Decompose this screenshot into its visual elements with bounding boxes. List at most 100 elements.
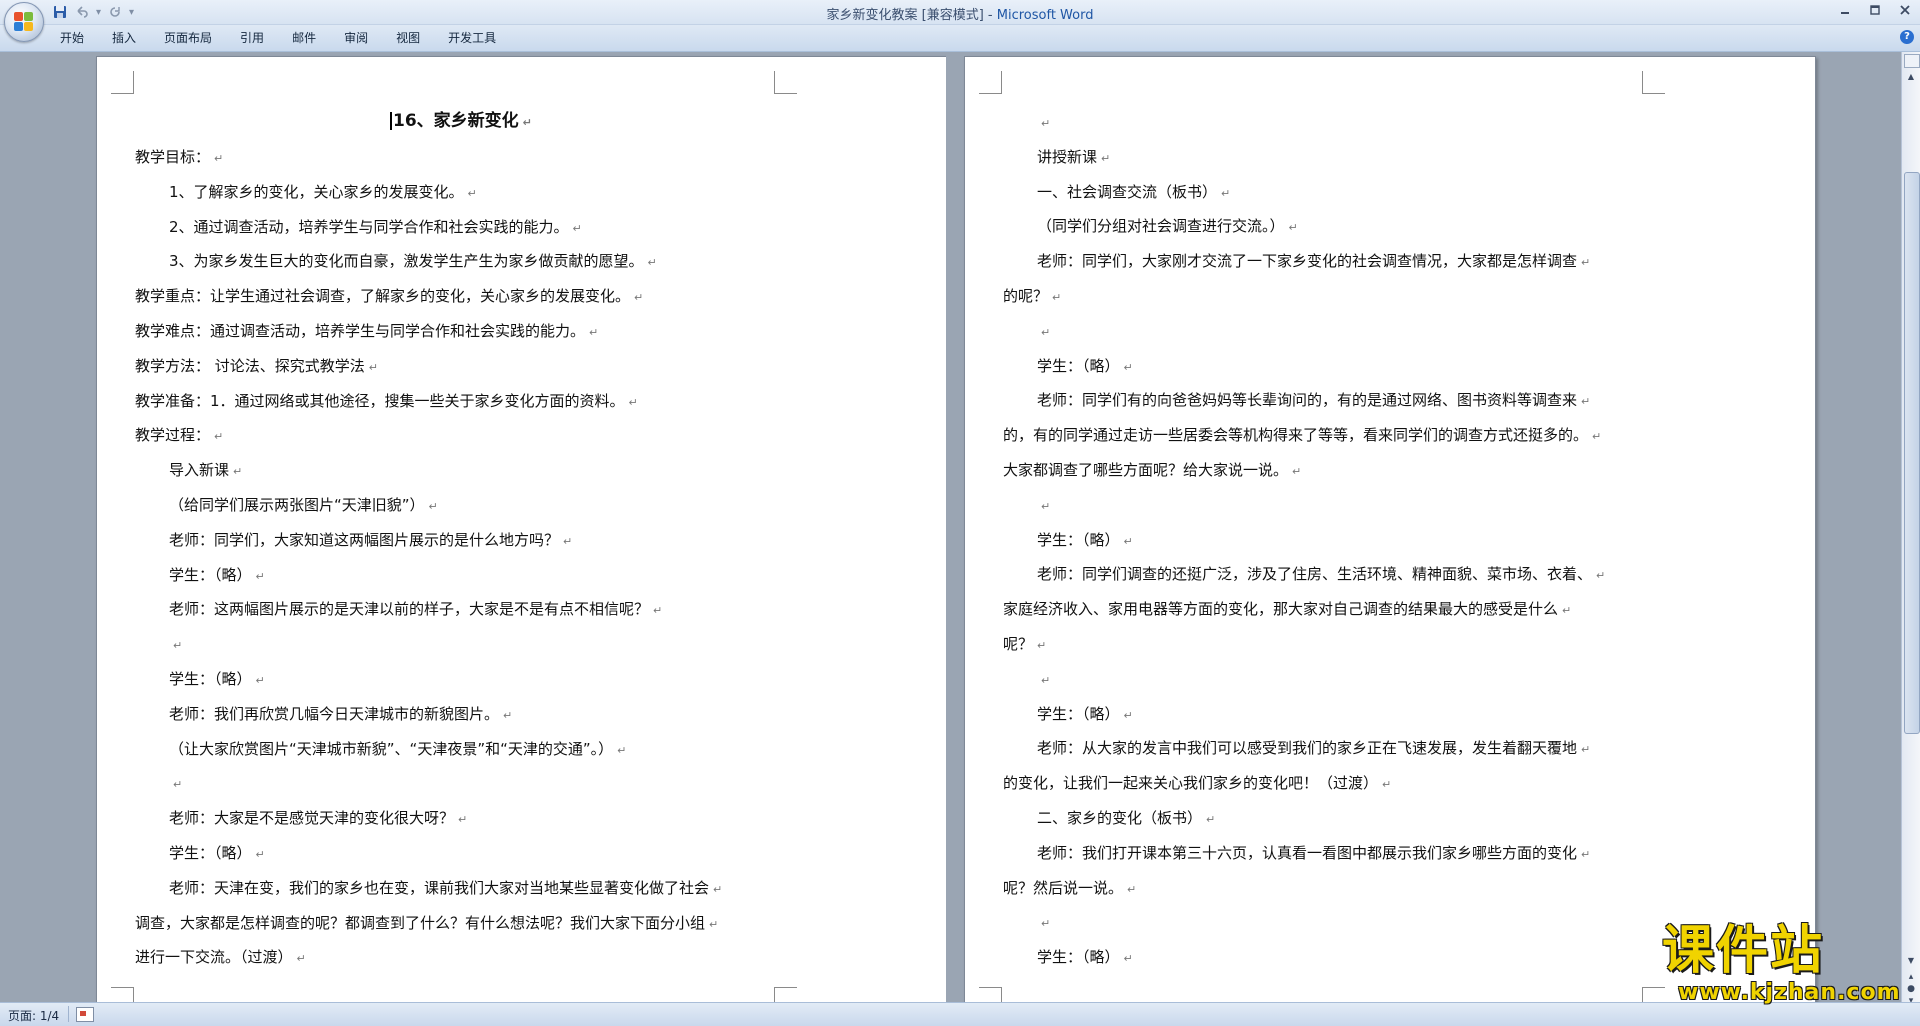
paragraph: 大家都调查了哪些方面呢？给大家说一说。 ↵ — [1003, 460, 1301, 482]
paragraph-text: 的，有的同学通过走访一些居委会等机构得来了等等，看来同学们的调查方式还挺多的。 — [1003, 426, 1589, 445]
help-icon[interactable]: ? — [1900, 30, 1914, 44]
paragraph-text: 老师：同学们调查的还挺广泛，涉及了住房、生活环境、精神面貌、菜市场、衣着、 — [1037, 565, 1593, 584]
paragraph-mark-icon: ↵ — [1041, 673, 1051, 687]
paragraph: 教学过程： ↵ — [135, 425, 223, 447]
paragraph-text: 二、家乡的变化（板书） — [1037, 809, 1203, 827]
paragraph: 一、社会调查交流（板书） ↵ — [1037, 182, 1230, 204]
paragraph: 老师：从大家的发言中我们可以感受到我们的家乡正在飞速发展，发生着翻天覆地 ↵ — [1037, 738, 1590, 760]
status-bar: 页面: 1/4 — [0, 1002, 1920, 1026]
tab-home[interactable]: 开始 — [46, 29, 98, 47]
paragraph: 学生：（略） ↵ — [1037, 530, 1133, 552]
paragraph-text: 老师：我们再欣赏几幅今日天津城市的新貌图片。 — [169, 704, 500, 723]
select-browse-object-icon[interactable]: ● — [1906, 984, 1916, 994]
window-controls — [1830, 0, 1920, 22]
page-1[interactable]: 16、家乡新变化 ↵ 教学目标： ↵ 1、了解家乡的变化，关心家乡的发展变化。 ↵ 2、通过… — [96, 56, 948, 1002]
paragraph-text: 学生：（略） — [169, 670, 252, 688]
tab-mailings[interactable]: 邮件 — [278, 29, 330, 47]
close-icon[interactable] — [1890, 0, 1920, 20]
minimize-icon[interactable] — [1830, 0, 1860, 20]
paragraph: 教学方法： 讨论法、探究式教学法 ↵ — [135, 356, 378, 378]
paragraph-mark-icon: ↵ — [214, 152, 224, 165]
title-bar: ▾ ▾ 家乡新变化教案 [兼容模式] - Microsoft Word — [0, 0, 1920, 25]
paragraph-mark-icon: ↵ — [628, 395, 638, 409]
paragraph: 2、通过调查活动，培养学生与同学合作和社会实践的能力。 ↵ — [169, 217, 582, 239]
paragraph-mark-icon: ↵ — [214, 430, 224, 444]
paragraph-mark-icon: ↵ — [617, 743, 627, 757]
tab-developer[interactable]: 开发工具 — [434, 29, 510, 47]
vertical-scrollbar[interactable]: ▲ ▼ ▴ ● ▾ — [1901, 52, 1920, 1006]
page-2[interactable]: ↵ 讲授新课 ↵ 一、社会调查交流（板书） ↵ （同学们分组对社会调查进行交流。） ↵ 老师：… — [964, 56, 1816, 1002]
document-name: 家乡新变化教案 [兼容模式] — [826, 8, 984, 23]
paragraph: 老师：我们打开课本第三十六页，认真看一看图中都展示我们家乡哪些方面的变化 ↵ — [1037, 843, 1590, 865]
paragraph-text: 导入新课 — [169, 461, 230, 480]
paragraph: 学生：（略） ↵ — [169, 669, 265, 691]
paragraph-mark-icon: ↵ — [1037, 639, 1047, 652]
text-cursor — [390, 112, 392, 130]
tab-review[interactable]: 审阅 — [330, 29, 382, 47]
paragraph: 进行一下交流。（过渡） ↵ — [135, 947, 306, 969]
paragraph: 教学难点：通过调查活动，培养学生与同学合作和社会实践的能力。 ↵ — [135, 321, 598, 343]
paragraph: 呢？然后说一说。 ↵ — [1003, 878, 1136, 900]
paragraph-text: 学生：（略） — [169, 844, 252, 862]
window-title: 家乡新变化教案 [兼容模式] - Microsoft Word — [0, 4, 1920, 23]
paragraph: 家庭经济收入、家用电器等方面的变化，那大家对自己调查的结果最大的感受是什么 ↵ — [1003, 599, 1571, 621]
scroll-thumb[interactable] — [1904, 172, 1920, 734]
tab-view[interactable]: 视图 — [382, 29, 434, 47]
tab-references[interactable]: 引用 — [226, 29, 278, 47]
paragraph-text: 老师：从大家的发言中我们可以感受到我们的家乡正在飞速发展，发生着翻天覆地 — [1037, 739, 1578, 758]
paragraph-text: 教学准备：1．通过网络或其他途径，搜集一些关于家乡变化方面的资料。 — [135, 391, 625, 410]
paragraph-text: 学生：（略） — [1037, 704, 1120, 723]
previous-page-icon[interactable]: ▴ — [1906, 972, 1916, 982]
paragraph-text: 一、社会调查交流（板书） — [1037, 182, 1218, 201]
page-count[interactable]: 页面: 1/4 — [8, 1007, 59, 1024]
paragraph: 老师：天津在变，我们的家乡也在变，课前我们大家对当地某些显著变化做了社会 ↵ — [169, 878, 722, 900]
paragraph-mark-icon: ↵ — [1123, 534, 1133, 548]
paragraph-text: 教学方法： 讨论法、探究式教学法 — [135, 356, 365, 375]
paragraph: ↵ — [169, 634, 182, 656]
paragraph: ↵ — [1037, 495, 1050, 517]
paragraph-text: 进行一下交流。（过渡） — [135, 948, 293, 967]
paragraph-mark-icon: ↵ — [1041, 499, 1051, 513]
scroll-up-icon[interactable]: ▲ — [1904, 70, 1918, 84]
paragraph: ↵ — [1037, 669, 1050, 691]
document-workspace[interactable]: 16、家乡新变化 ↵ 教学目标： ↵ 1、了解家乡的变化，关心家乡的发展变化。 ↵ 2、通过… — [0, 52, 1900, 1002]
paragraph: ↵ — [1037, 112, 1050, 134]
paragraph-mark-icon: ↵ — [296, 952, 306, 966]
crop-mark — [774, 987, 797, 1002]
scroll-down-icon[interactable]: ▼ — [1904, 954, 1918, 968]
page-gap — [946, 52, 964, 1002]
paragraph: 的变化，让我们一起来关心我们家乡的变化吧！（过渡） ↵ — [1003, 773, 1391, 795]
paragraph-mark-icon: ↵ — [634, 291, 644, 305]
tab-insert[interactable]: 插入 — [98, 29, 150, 47]
paragraph: 老师：同学们，大家刚才交流了一下家乡变化的社会调查情况，大家都是怎样调查 ↵ — [1037, 251, 1590, 273]
paragraph-mark-icon: ↵ — [255, 569, 265, 583]
paragraph: 二、家乡的变化（板书） ↵ — [1037, 808, 1215, 830]
crop-mark — [774, 71, 797, 94]
paragraph-mark-icon: ↵ — [1123, 708, 1133, 722]
paragraph-mark-icon: ↵ — [1041, 117, 1051, 130]
paragraph-mark-icon: ↵ — [1123, 360, 1133, 374]
proofing-icon[interactable] — [76, 1007, 94, 1022]
watermark-url: www.kjzhan.com — [1678, 980, 1901, 1005]
paragraph: ↵ — [169, 773, 182, 795]
paragraph-mark-icon: ↵ — [173, 778, 183, 792]
paragraph-text: 呢？然后说一说。 — [1003, 878, 1124, 897]
paragraph-mark-icon: ↵ — [368, 360, 378, 374]
paragraph: 1、了解家乡的变化，关心家乡的发展变化。 ↵ — [169, 182, 477, 204]
view-ruler-button[interactable] — [1904, 54, 1920, 68]
paragraph: 呢？ ↵ — [1003, 634, 1046, 656]
paragraph-mark-icon: ↵ — [1562, 604, 1572, 618]
maximize-icon[interactable] — [1860, 0, 1890, 20]
tab-page-layout[interactable]: 页面布局 — [150, 29, 226, 47]
office-button[interactable] — [4, 2, 44, 42]
paragraph-mark-icon: ↵ — [647, 256, 657, 270]
paragraph-text: （同学们分组对社会调查进行交流。） — [1037, 217, 1285, 236]
paragraph-mark-icon: ↵ — [233, 465, 243, 479]
paragraph-mark-icon: ↵ — [1206, 813, 1216, 826]
paragraph-mark-icon: ↵ — [713, 882, 723, 896]
paragraph-text: 教学重点：让学生通过社会调查，了解家乡的变化，关心家乡的发展变化。 — [135, 287, 631, 306]
paragraph-mark-icon: ↵ — [458, 813, 468, 827]
paragraph: 老师：这两幅图片展示的是天津以前的样子，大家是不是有点不相信呢？ ↵ — [169, 599, 662, 621]
paragraph: 老师：同学们，大家知道这两幅图片展示的是什么地方吗？ ↵ — [169, 530, 572, 552]
paragraph-text: 家庭经济收入、家用电器等方面的变化，那大家对自己调查的结果最大的感受是什么 — [1003, 600, 1559, 619]
